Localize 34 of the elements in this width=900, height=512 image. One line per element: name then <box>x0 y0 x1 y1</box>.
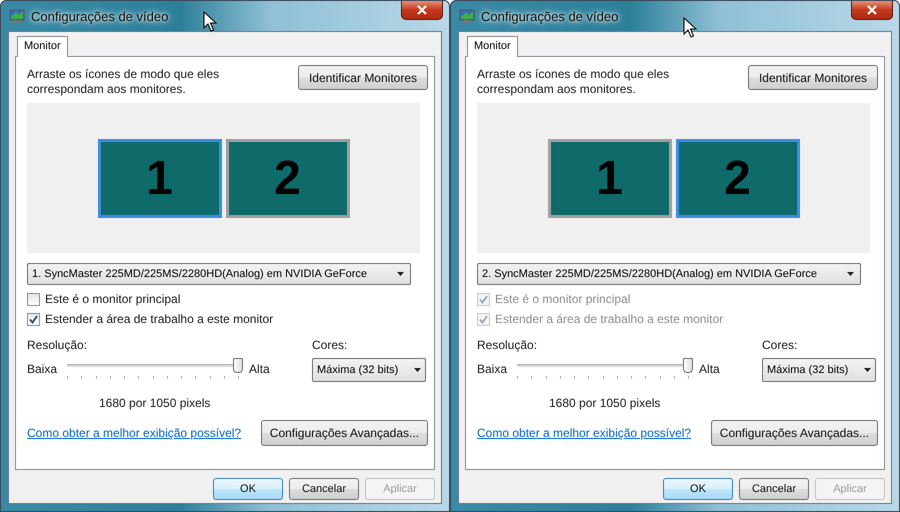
dialog-button[interactable]: OK <box>663 478 733 500</box>
dialog-button[interactable]: OK <box>213 478 283 500</box>
advanced-settings-button[interactable]: Configurações Avançadas... <box>710 420 878 446</box>
checkbox-label: Estender a área de trabalho a este monitor <box>45 312 274 326</box>
checkbox-label: Estender a área de trabalho a este monitor <box>495 312 724 326</box>
tab[interactable]: Monitor <box>17 36 68 57</box>
high-label: Alta <box>249 362 270 376</box>
low-label: Baixa <box>477 362 508 376</box>
dialog-button[interactable]: Cancelar <box>739 478 809 500</box>
colors-label: Cores: <box>762 338 798 352</box>
colors-dropdown[interactable]: Máxima (32 bits) <box>312 358 426 382</box>
high-label: Alta <box>699 362 720 376</box>
colors-dropdown[interactable]: Máxima (32 bits) <box>762 358 876 382</box>
window-title: Configurações de vídeo <box>31 8 168 24</box>
identify-monitors-button[interactable]: Identificar Monitores <box>298 65 428 90</box>
resolution-reading: 1680 por 1050 pixels <box>99 396 212 410</box>
instructions-text: Arraste os ícones de modo que eles correspondam aos monitores. <box>27 67 220 97</box>
resolution-reading: 1680 por 1050 pixels <box>549 396 662 410</box>
low-label: Baixa <box>27 362 58 376</box>
resolution-label: Resolução: <box>27 338 88 352</box>
help-link[interactable]: Como obter a melhor exibição possível? <box>477 426 692 440</box>
resolution-label: Resolução: <box>477 338 538 352</box>
tab[interactable]: Monitor <box>467 36 518 57</box>
help-link[interactable]: Como obter a melhor exibição possível? <box>27 426 242 440</box>
advanced-settings-button[interactable]: Configurações Avançadas... <box>260 420 428 446</box>
instructions-text: Arraste os ícones de modo que eles correspondam aos monitores. <box>477 67 670 97</box>
checkbox-label: Este é o monitor principal <box>45 292 180 306</box>
checkbox-label: Este é o monitor principal <box>495 292 630 306</box>
window-title: Configurações de vídeo <box>481 8 618 24</box>
dialog-button[interactable]: Cancelar <box>289 478 359 500</box>
display-dropdown[interactable]: 1. SyncMaster 225MD/225MS/2280HD(Analog) em NVIDIA GeForce <box>27 263 411 285</box>
colors-label: Cores: <box>312 338 348 352</box>
display-dropdown[interactable]: 2. SyncMaster 225MD/225MS/2280HD(Analog) em NVIDIA GeForce <box>477 263 861 285</box>
identify-monitors-button[interactable]: Identificar Monitores <box>748 65 878 90</box>
